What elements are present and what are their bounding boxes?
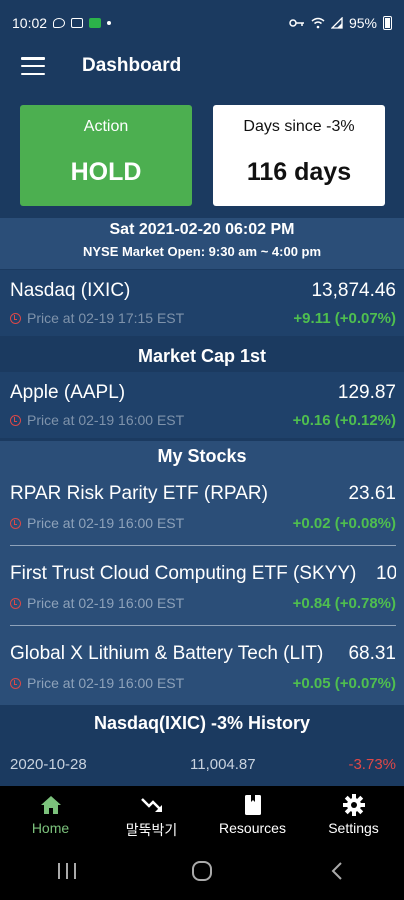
index-name: Nasdaq (IXIC): [10, 280, 131, 301]
market-hours: NYSE Market Open: 9:30 am ~ 4:00 pm: [82, 244, 322, 259]
index-price: 13,874.46: [311, 280, 396, 301]
recent-apps-button[interactable]: [47, 851, 87, 891]
history-row: 2020-10-28 11,004.87 -3.73%: [0, 748, 404, 780]
stock-name: First Trust Cloud Computing ETF (SKYY): [10, 563, 357, 584]
stock-change: +0.02 (+0.08%): [292, 515, 396, 532]
nav-home[interactable]: Home: [0, 786, 101, 842]
nav-stakes-label: 말뚝박기: [125, 822, 178, 838]
page-title: Dashboard: [82, 55, 182, 76]
back-chevron-icon: [331, 862, 342, 880]
recent-apps-icon: [58, 863, 77, 879]
nav-home-label: Home: [31, 820, 70, 836]
stock-price: 68.31: [348, 643, 396, 664]
bottom-navigation: Home 말뚝박기 Resources Settings: [0, 786, 404, 842]
market-date-bar: Sat 2021-02-20 06:02 PM NYSE Market Open…: [0, 218, 404, 269]
home-icon: [40, 796, 61, 814]
market-cap-heading: Market Cap 1st: [0, 341, 404, 371]
divider: [10, 625, 396, 626]
stock-name: Apple (AAPL): [10, 382, 126, 403]
my-stocks-heading: My Stocks: [0, 441, 404, 471]
days-since-label: Days since -3%: [243, 118, 355, 135]
stock-name: Global X Lithium & Battery Tech (LIT): [10, 643, 324, 664]
trend-down-icon: [140, 798, 162, 812]
status-time: 10:02: [12, 15, 48, 31]
message-icon: [53, 18, 66, 28]
clock-icon: [10, 312, 21, 324]
stock-change: +0.05 (+0.07%): [292, 675, 396, 692]
clock-icon: [10, 414, 21, 426]
index-quote[interactable]: Nasdaq (IXIC) 13,874.46 Price at 02-19 1…: [0, 270, 404, 336]
history-value: 11,004.87: [190, 756, 256, 773]
more-notifications-icon: [107, 21, 112, 25]
stock-change: +0.84 (+0.78%): [292, 595, 396, 612]
action-card: Action HOLD: [20, 105, 192, 206]
clock-icon: [10, 677, 21, 689]
status-bar: 10:02 95%: [0, 0, 404, 46]
signal-icon: [330, 17, 343, 29]
stock-price: 101.95: [374, 563, 396, 585]
stock-timestamp: Price at 02-19 16:00 EST: [27, 515, 185, 531]
stock-row[interactable]: RPAR Risk Parity ETF (RPAR) 23.61 Price …: [0, 473, 404, 549]
app-bar: Dashboard: [0, 46, 404, 86]
gallery-icon: [71, 18, 84, 28]
back-button[interactable]: [317, 851, 357, 891]
stock-row[interactable]: Global X Lithium & Battery Tech (LIT) 68…: [0, 633, 404, 709]
stock-timestamp: Price at 02-19 16:00 EST: [27, 595, 185, 611]
divider: [10, 545, 396, 546]
history-date: 2020-10-28: [10, 756, 87, 773]
system-navigation-bar: [0, 842, 404, 900]
book-icon: [244, 795, 261, 815]
battery-percent: 95%: [348, 15, 377, 31]
home-circle-icon: [191, 861, 212, 881]
nav-resources[interactable]: Resources: [202, 786, 303, 842]
stock-price: 129.87: [337, 382, 396, 403]
action-label: Action: [83, 118, 129, 135]
current-date: Sat 2021-02-20 06:02 PM: [109, 221, 295, 238]
gear-icon: [342, 794, 365, 816]
nav-settings-label: Settings: [328, 820, 379, 836]
index-timestamp: Price at 02-19 17:15 EST: [27, 310, 185, 326]
stock-timestamp: Price at 02-19 16:00 EST: [27, 412, 185, 428]
stock-timestamp: Price at 02-19 16:00 EST: [27, 675, 185, 691]
app-notification-icon: [89, 18, 102, 28]
stock-price: 23.61: [348, 483, 396, 504]
my-stocks-panel: My Stocks RPAR Risk Parity ETF (RPAR) 23…: [0, 441, 404, 705]
clock-icon: [10, 597, 21, 609]
action-value: HOLD: [70, 158, 142, 186]
hamburger-menu-icon[interactable]: [21, 57, 45, 75]
days-since-card: Days since -3% 116 days: [213, 105, 385, 206]
stock-row[interactable]: First Trust Cloud Computing ETF (SKYY) 1…: [0, 553, 404, 629]
nav-resources-label: Resources: [219, 820, 286, 836]
stock-change: +0.16 (+0.12%): [292, 412, 396, 429]
history-change: -3.73%: [348, 756, 396, 773]
index-change: +9.11 (+0.07%): [293, 310, 396, 327]
key-icon: [289, 19, 304, 27]
nav-settings[interactable]: Settings: [303, 786, 404, 842]
battery-icon: [383, 16, 392, 30]
stock-name: RPAR Risk Parity ETF (RPAR): [10, 483, 268, 504]
wifi-icon: [311, 17, 325, 29]
home-button[interactable]: [182, 851, 222, 891]
nav-stakes[interactable]: 말뚝박기: [101, 786, 202, 842]
days-since-value: 116 days: [246, 158, 352, 186]
clock-icon: [10, 517, 21, 529]
market-cap-quote[interactable]: Apple (AAPL) 129.87 Price at 02-19 16:00…: [0, 372, 404, 438]
history-heading: Nasdaq(IXIC) -3% History: [0, 705, 404, 741]
